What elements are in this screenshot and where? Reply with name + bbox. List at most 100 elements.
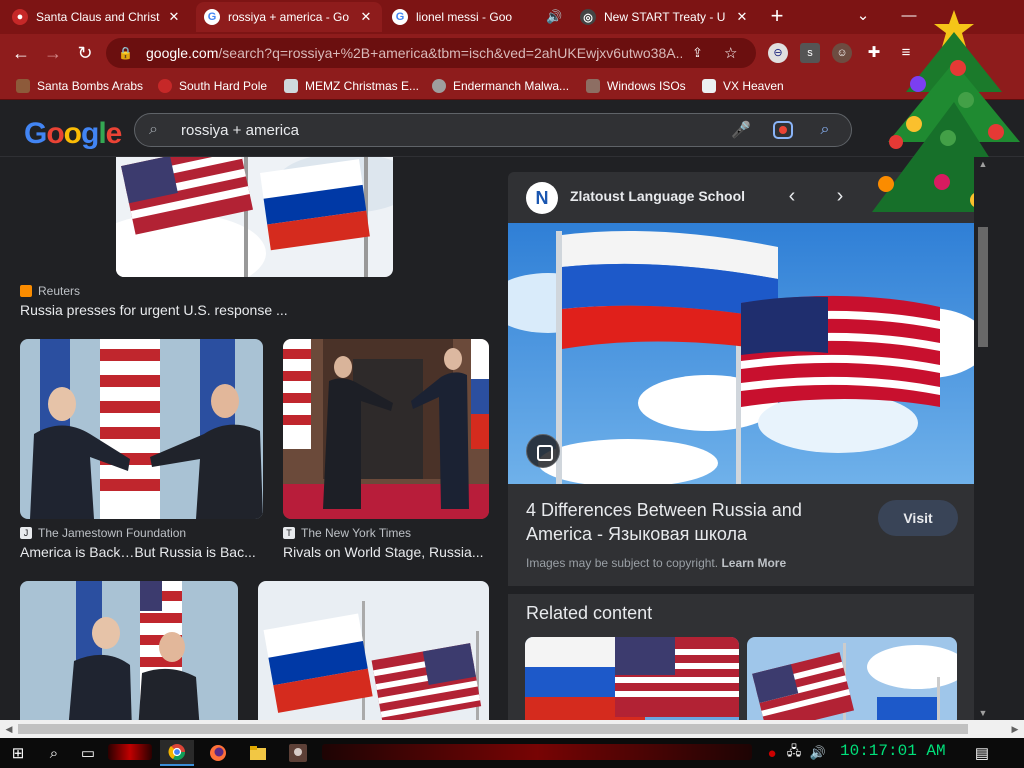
- notifications-icon[interactable]: ▤: [968, 741, 996, 765]
- bookmark-label: Endermanch Malwa...: [453, 79, 570, 93]
- bookmark-santa-bombs-arabs[interactable]: Santa Bombs Arabs: [16, 76, 143, 96]
- tab-rossiya-america[interactable]: G rossiya + america - Go ✕: [196, 2, 382, 32]
- ornament-icon: ●: [12, 9, 28, 25]
- result-image-nyt[interactable]: [283, 339, 489, 519]
- back-button[interactable]: ←: [8, 40, 34, 66]
- task-view-icon[interactable]: ▭: [74, 741, 102, 765]
- file-explorer-icon[interactable]: [244, 741, 272, 765]
- bookmark-label: South Hard Pole: [179, 79, 268, 93]
- visual-search-button[interactable]: [526, 434, 560, 468]
- close-icon[interactable]: ✕: [166, 9, 182, 25]
- new-tab-button[interactable]: +: [764, 4, 790, 30]
- chrome-taskbar-icon[interactable]: [160, 740, 194, 766]
- bookmark-endermanch-malware[interactable]: Endermanch Malwa...: [432, 76, 569, 96]
- close-icon[interactable]: ✕: [734, 9, 750, 25]
- search-icon: ⌕: [149, 121, 158, 138]
- scroll-right-icon[interactable]: ▶: [1006, 720, 1024, 738]
- app-taskbar-icon[interactable]: [284, 741, 312, 765]
- search-icon[interactable]: ⌕: [40, 741, 68, 765]
- tab-lionel-messi[interactable]: G lionel messi - Goo 🔊: [384, 2, 570, 32]
- search-submit-icon[interactable]: ⌕: [813, 121, 837, 139]
- scroll-thumb[interactable]: [18, 724, 968, 734]
- skull-icon: [432, 79, 446, 93]
- chevron-left-icon[interactable]: ‹: [780, 184, 804, 208]
- image-icon: [284, 79, 298, 93]
- result-image-flags[interactable]: [258, 581, 489, 720]
- search-box: ⌕ 🎤 ⌕: [134, 113, 852, 147]
- close-icon[interactable]: ✕: [358, 9, 374, 25]
- google-logo[interactable]: Google: [24, 117, 122, 151]
- result-image-handshake[interactable]: [20, 581, 238, 720]
- profile-avatar-icon[interactable]: ☺: [832, 43, 852, 63]
- bookmark-south-hard-pole[interactable]: South Hard Pole: [158, 76, 267, 96]
- vertical-scrollbar[interactable]: ▲ ▼: [974, 157, 992, 720]
- nyt-icon: T: [283, 527, 295, 539]
- page-margin: [992, 157, 1024, 720]
- s-extension-icon[interactable]: s: [800, 43, 820, 63]
- result-title[interactable]: 4 Differences Between Russia and America…: [526, 498, 846, 546]
- lock-icon: 🔒: [118, 46, 133, 60]
- forward-button[interactable]: →: [40, 40, 66, 66]
- google-icon: G: [392, 9, 408, 25]
- seal-icon: ◎: [580, 9, 596, 25]
- jamestown-icon: J: [20, 527, 32, 539]
- decorative-bar: [108, 744, 152, 760]
- copyright-notice: Images may be subject to copyright. Lear…: [526, 556, 786, 570]
- firefox-taskbar-icon[interactable]: [204, 741, 232, 765]
- scroll-up-icon[interactable]: ▲: [974, 157, 992, 171]
- horizontal-scrollbar[interactable]: ◀ ▶: [0, 720, 1024, 738]
- tab-title: rossiya + america - Go: [228, 10, 350, 24]
- chevron-right-icon[interactable]: ›: [828, 184, 852, 208]
- result-source[interactable]: T The New York Times: [283, 526, 411, 540]
- bookmark-vx-heaven[interactable]: VX Heaven: [702, 76, 784, 96]
- bookmark-label: Santa Bombs Arabs: [37, 79, 144, 93]
- address-bar[interactable]: 🔒 google.com/search?q=rossiya+%2B+americ…: [106, 38, 756, 68]
- related-heading: Related content: [526, 603, 653, 623]
- google-icon: G: [204, 9, 220, 25]
- related-image-1[interactable]: [525, 637, 739, 720]
- result-image-jamestown[interactable]: [20, 339, 263, 519]
- volume-icon[interactable]: 🔊: [804, 741, 832, 765]
- reload-button[interactable]: ↻: [72, 40, 98, 66]
- system-clock[interactable]: 10:17:01 AM: [840, 742, 946, 760]
- tab-title: Santa Claus and Christ: [36, 10, 160, 24]
- site-name[interactable]: Zlatoust Language School: [570, 188, 745, 204]
- scroll-down-icon[interactable]: ▼: [974, 706, 992, 720]
- result-caption[interactable]: America is Back…But Russia is Bac...: [20, 544, 263, 560]
- result-caption[interactable]: Rivals on World Stage, Russia...: [283, 544, 489, 560]
- bookmark-label: VX Heaven: [723, 79, 784, 93]
- bookmark-memz-christmas[interactable]: MEMZ Christmas E...: [284, 76, 419, 96]
- url-text: google.com/search?q=rossiya+%2B+america&…: [146, 45, 682, 61]
- flag-extension-icon[interactable]: ⊖: [768, 43, 788, 63]
- result-source[interactable]: J The Jamestown Foundation: [20, 526, 186, 540]
- microphone-icon[interactable]: 🎤: [729, 120, 753, 140]
- tab-new-start-treaty[interactable]: ◎ New START Treaty - U ✕: [572, 2, 758, 32]
- result-image-reuters[interactable]: [116, 157, 393, 277]
- bookmark-star-icon[interactable]: ☆: [724, 44, 744, 62]
- figure-icon: [16, 79, 30, 93]
- tab-santa-claus[interactable]: ● Santa Claus and Christ ✕: [4, 2, 190, 32]
- share-icon[interactable]: ⇪: [692, 45, 712, 61]
- windows-start-icon[interactable]: ⊞: [4, 741, 32, 765]
- search-input[interactable]: [181, 121, 719, 139]
- result-caption[interactable]: Russia presses for urgent U.S. response …: [20, 302, 320, 318]
- decorative-bar: [322, 744, 752, 760]
- speaker-icon[interactable]: 🔊: [546, 9, 562, 25]
- learn-more-link[interactable]: Learn More: [721, 556, 786, 570]
- reuters-icon: [20, 285, 32, 297]
- bookmark-windows-isos[interactable]: Windows ISOs: [586, 76, 686, 96]
- scroll-thumb[interactable]: [978, 227, 988, 347]
- taskbar: ⊞ ⌕ ▭ ● 🖧 🔊 10:17:01 AM ▤: [0, 738, 1024, 768]
- source-name: The New York Times: [301, 526, 412, 540]
- scroll-left-icon[interactable]: ◀: [0, 720, 18, 738]
- source-name: The Jamestown Foundation: [38, 526, 187, 540]
- result-source[interactable]: Reuters: [20, 284, 80, 298]
- preview-panel: N Zlatoust Language School ‹ › 4 Differe…: [508, 172, 974, 720]
- tab-title: lionel messi - Goo: [416, 10, 513, 24]
- google-lens-icon[interactable]: [773, 121, 793, 139]
- source-name: Reuters: [38, 284, 81, 298]
- bookmark-label: Windows ISOs: [607, 79, 686, 93]
- visit-button[interactable]: Visit: [878, 500, 958, 536]
- related-image-2[interactable]: [747, 637, 957, 720]
- preview-image[interactable]: [508, 223, 974, 487]
